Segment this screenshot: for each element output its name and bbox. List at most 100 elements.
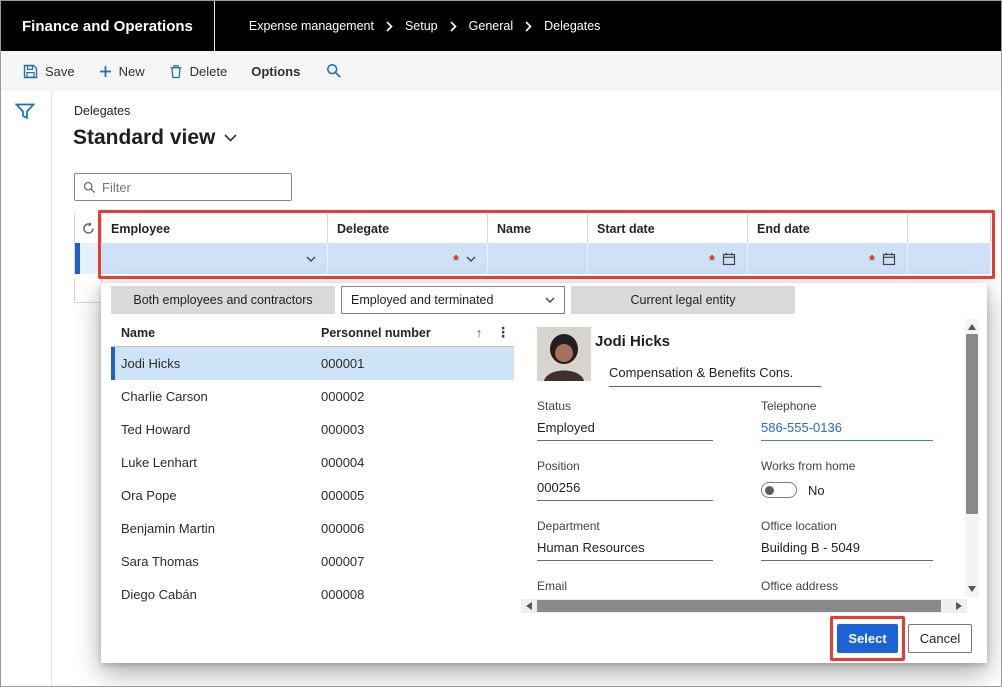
personnel-number: 000002: [321, 389, 514, 404]
employee-photo: [537, 327, 591, 381]
breadcrumb: Expense management Setup General Delegat…: [249, 19, 601, 33]
employee-list-item[interactable]: Jodi Hicks 000001: [111, 347, 514, 380]
employee-list-item[interactable]: Ora Pope 000005: [111, 479, 514, 512]
employee-list-item[interactable]: Ted Howard 000003: [111, 413, 514, 446]
view-selector[interactable]: Standard view: [73, 126, 237, 150]
required-marker: *: [869, 256, 875, 266]
office-address-field: Office address: [761, 579, 933, 593]
horizontal-scroll-thumb[interactable]: [537, 600, 941, 612]
position-field: Position 000256: [537, 459, 713, 501]
options-button[interactable]: Options: [239, 51, 312, 91]
status-value[interactable]: Employed: [537, 420, 713, 441]
calendar-icon[interactable]: [882, 252, 896, 266]
sort-ascending-icon[interactable]: ↑: [466, 326, 492, 340]
end-date-cell[interactable]: *: [748, 243, 908, 274]
delete-button[interactable]: Delete: [157, 51, 240, 91]
personnel-number: 000007: [321, 554, 514, 569]
breadcrumb-chevron-icon: [450, 21, 457, 32]
more-options-icon[interactable]: ⋮: [492, 324, 514, 341]
cancel-button[interactable]: Cancel: [908, 624, 972, 653]
position-label: Position: [537, 459, 713, 473]
action-search-button[interactable]: [312, 51, 356, 91]
office-location-value[interactable]: Building B - 5049: [761, 540, 933, 561]
personnel-number: 000004: [321, 455, 514, 470]
column-header-employee[interactable]: Employee: [102, 214, 328, 243]
delegate-cell[interactable]: *: [328, 243, 488, 274]
scroll-up-icon[interactable]: [968, 324, 976, 330]
column-header-delegate[interactable]: Delegate: [328, 214, 488, 243]
grid-header-row: Employee Delegate Name Start date End da…: [74, 214, 991, 243]
telephone-field: Telephone 586-555-0136: [761, 399, 933, 441]
office-address-label: Office address: [761, 579, 933, 593]
new-button[interactable]: New: [87, 51, 157, 91]
filter-input[interactable]: [102, 180, 283, 195]
scroll-right-icon[interactable]: [956, 602, 962, 610]
employee-name: Ted Howard: [111, 422, 321, 437]
works-from-home-toggle[interactable]: No: [761, 482, 933, 498]
scroll-left-icon[interactable]: [526, 602, 532, 610]
employee-name: Charlie Carson: [111, 389, 321, 404]
chevron-down-icon[interactable]: [466, 256, 476, 262]
status-filter-dropdown[interactable]: Employed and terminated: [341, 286, 565, 314]
column-header-end-date[interactable]: End date: [748, 214, 908, 243]
column-header-filler: [908, 214, 991, 243]
legal-entity-filter-button[interactable]: Current legal entity: [571, 286, 795, 314]
finance-operations-window: Finance and Operations Expense managemen…: [0, 0, 1002, 687]
new-record-row: * * *: [74, 243, 991, 274]
grid-corner-cell[interactable]: [74, 214, 102, 243]
select-button[interactable]: Select: [837, 624, 898, 653]
breadcrumb-item-general[interactable]: General: [469, 19, 513, 33]
employee-list-item[interactable]: Diego Cabán 000008: [111, 578, 514, 611]
employee-list-item[interactable]: Sara Thomas 000007: [111, 545, 514, 578]
department-label: Department: [537, 519, 713, 533]
personnel-number: 000006: [321, 521, 514, 536]
calendar-icon[interactable]: [722, 252, 736, 266]
new-label: New: [119, 64, 145, 79]
department-value[interactable]: Human Resources: [537, 540, 713, 561]
employee-name: Benjamin Martin: [111, 521, 321, 536]
app-title[interactable]: Finance and Operations: [1, 18, 214, 35]
grid-filter-box[interactable]: [74, 173, 292, 201]
breadcrumb-item-setup[interactable]: Setup: [405, 19, 438, 33]
name-column-header[interactable]: Name: [111, 326, 321, 340]
vertical-scrollbar[interactable]: [965, 319, 979, 597]
chevron-down-icon[interactable]: [306, 256, 316, 262]
employee-cell[interactable]: [102, 243, 328, 274]
employee-name: Diego Cabán: [111, 587, 321, 602]
scroll-down-icon[interactable]: [968, 586, 976, 592]
column-header-name[interactable]: Name: [488, 214, 588, 243]
breadcrumb-item-expense-management[interactable]: Expense management: [249, 19, 374, 33]
works-from-home-field: Works from home No: [761, 459, 933, 498]
filter-funnel-icon[interactable]: [15, 103, 35, 120]
start-date-cell[interactable]: *: [588, 243, 748, 274]
toggle-pill[interactable]: [761, 482, 797, 498]
office-location-field: Office location Building B - 5049: [761, 519, 933, 561]
chevron-down-icon: [224, 134, 237, 142]
row-filler-cell: [908, 243, 991, 274]
column-header-start-date[interactable]: Start date: [588, 214, 748, 243]
breadcrumb-item-delegates[interactable]: Delegates: [544, 19, 600, 33]
save-button[interactable]: Save: [11, 51, 87, 91]
trash-icon: [169, 64, 183, 79]
row-selector[interactable]: [74, 243, 102, 274]
horizontal-scrollbar[interactable]: [521, 599, 967, 613]
employment-type-filter-button[interactable]: Both employees and contractors: [111, 286, 335, 314]
job-title-field[interactable]: Compensation & Benefits Cons.: [609, 365, 821, 387]
employee-name: Sara Thomas: [111, 554, 321, 569]
name-cell[interactable]: [488, 243, 588, 274]
page-caption: Delegates: [74, 104, 130, 118]
position-value[interactable]: 000256: [537, 480, 713, 501]
breadcrumb-chevron-icon: [386, 21, 393, 32]
employee-list-item[interactable]: Charlie Carson 000002: [111, 380, 514, 413]
personnel-number-column-header[interactable]: Personnel number: [321, 326, 466, 340]
email-label: Email: [537, 579, 713, 593]
vertical-scroll-thumb[interactable]: [966, 334, 978, 514]
top-navigation-bar: Finance and Operations Expense managemen…: [1, 1, 1001, 51]
delegates-grid: Employee Delegate Name Start date End da…: [74, 214, 991, 274]
topbar-divider: [214, 1, 215, 51]
employee-name: Luke Lenhart: [111, 455, 321, 470]
telephone-label: Telephone: [761, 399, 933, 413]
employee-list-item[interactable]: Luke Lenhart 000004: [111, 446, 514, 479]
telephone-value[interactable]: 586-555-0136: [761, 420, 933, 441]
employee-list-item[interactable]: Benjamin Martin 000006: [111, 512, 514, 545]
